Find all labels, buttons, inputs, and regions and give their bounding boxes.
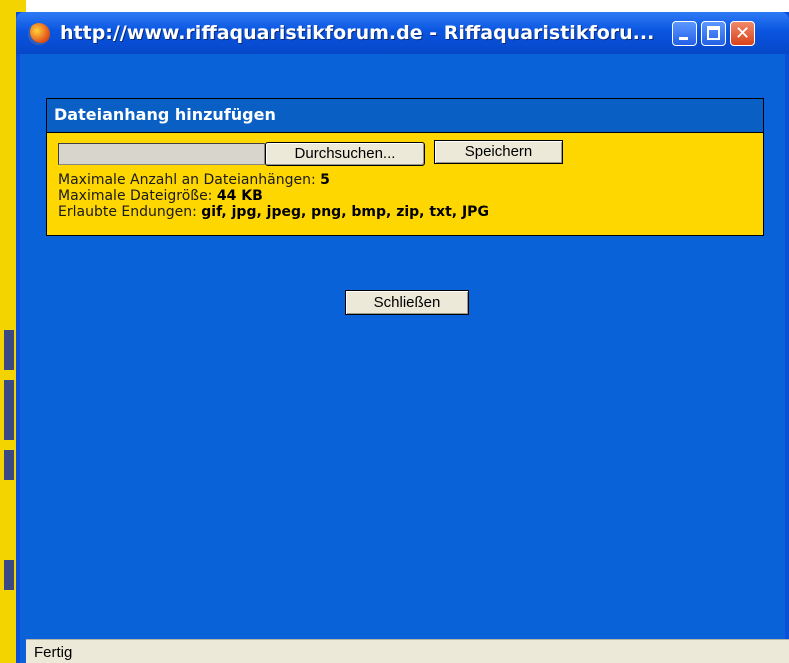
title-bar[interactable]: http://www.riffaquaristikforum.de - Riff… — [16, 12, 789, 54]
panel-title: Dateianhang hinzufügen — [54, 105, 276, 124]
background-page-fragment — [4, 560, 14, 590]
max-attachments-value: 5 — [320, 172, 330, 188]
close-window-button[interactable]: ✕ — [730, 21, 755, 46]
status-bar: Fertig — [26, 639, 789, 663]
max-size-value: 44 KB — [216, 188, 263, 204]
firefox-icon — [28, 23, 50, 45]
browse-button[interactable]: Durchsuchen... — [265, 142, 425, 166]
max-attachments-label: Maximale Anzahl an Dateianhängen: — [58, 172, 316, 188]
background-page-fragment — [4, 450, 14, 480]
window-title: http://www.riffaquaristikforum.de - Riff… — [60, 22, 655, 44]
background-page-fragment — [4, 380, 14, 440]
close-button[interactable]: Schließen — [345, 290, 469, 315]
close-icon: ✕ — [734, 23, 751, 44]
max-attachments-info: Maximale Anzahl an Dateianhängen: 5 — [58, 172, 330, 188]
popup-content: Dateianhang hinzufügen Durchsuchen... Sp… — [20, 54, 785, 663]
extensions-label: Erlaubte Endungen: — [58, 204, 197, 220]
popup-window: http://www.riffaquaristikforum.de - Riff… — [16, 12, 789, 663]
attachment-panel: Dateianhang hinzufügen Durchsuchen... Sp… — [46, 98, 764, 236]
extensions-info: Erlaubte Endungen: gif, jpg, jpeg, png, … — [58, 204, 489, 220]
save-button[interactable]: Speichern — [434, 140, 563, 164]
max-size-info: Maximale Dateigröße: 44 KB — [58, 188, 263, 204]
extensions-value: gif, jpg, jpeg, png, bmp, zip, txt, JPG — [201, 204, 489, 220]
background-page-fragment — [4, 330, 14, 370]
maximize-button[interactable] — [701, 21, 726, 46]
file-path-input[interactable] — [58, 143, 265, 165]
panel-body: Durchsuchen... Speichern Maximale Anzahl… — [47, 133, 763, 235]
status-text: Fertig — [34, 644, 73, 661]
max-size-label: Maximale Dateigröße: — [58, 188, 213, 204]
panel-header: Dateianhang hinzufügen — [47, 99, 763, 133]
minimize-button[interactable] — [672, 21, 697, 46]
